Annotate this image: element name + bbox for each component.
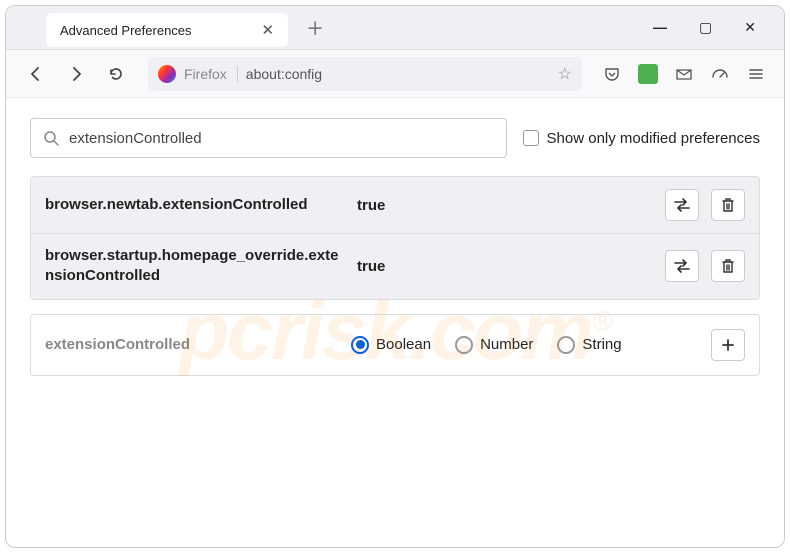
- search-icon: [43, 130, 59, 146]
- back-button[interactable]: [20, 58, 52, 90]
- radio-string[interactable]: String: [557, 336, 621, 354]
- pref-row: browser.newtab.extensionControlled true: [31, 177, 759, 233]
- type-radio-group: Boolean Number String: [351, 336, 701, 354]
- reload-button[interactable]: [100, 58, 132, 90]
- browser-window: Advanced Preferences ✕ ＋ — ▢ ✕ Firefox a…: [5, 5, 785, 548]
- search-row: Show only modified preferences: [30, 118, 760, 158]
- titlebar: Advanced Preferences ✕ ＋ — ▢ ✕: [6, 6, 784, 50]
- toggle-button[interactable]: [665, 189, 699, 221]
- search-box[interactable]: [30, 118, 507, 158]
- minimize-icon[interactable]: —: [653, 19, 667, 36]
- dashboard-icon[interactable]: [706, 60, 734, 88]
- window-controls: — ▢ ✕: [653, 19, 784, 36]
- firefox-logo-icon: [158, 65, 176, 83]
- toggle-button[interactable]: [665, 250, 699, 282]
- tab-title: Advanced Preferences: [60, 23, 192, 38]
- toolbar: Firefox about:config ☆: [6, 50, 784, 98]
- radio-label: String: [582, 336, 621, 353]
- show-modified-checkbox[interactable]: Show only modified preferences: [523, 130, 760, 147]
- pref-value: true: [357, 197, 653, 214]
- content-area: Show only modified preferences browser.n…: [6, 98, 784, 396]
- pref-row: browser.startup.homepage_override.extens…: [31, 233, 759, 299]
- radio-icon: [351, 336, 369, 354]
- menu-icon[interactable]: [742, 60, 770, 88]
- delete-button[interactable]: [711, 189, 745, 221]
- new-tab-button[interactable]: ＋: [306, 15, 324, 41]
- new-pref-row: extensionControlled Boolean Number Strin…: [30, 314, 760, 376]
- browser-label: Firefox: [184, 66, 238, 82]
- delete-button[interactable]: [711, 250, 745, 282]
- mail-icon[interactable]: [670, 60, 698, 88]
- close-icon[interactable]: ✕: [262, 21, 275, 39]
- prefs-table: browser.newtab.extensionControlled true …: [30, 176, 760, 300]
- checkbox-label-text: Show only modified preferences: [547, 130, 760, 147]
- browser-tab[interactable]: Advanced Preferences ✕: [46, 13, 288, 47]
- maximize-icon[interactable]: ▢: [699, 19, 712, 36]
- url-text: about:config: [246, 66, 550, 82]
- radio-label: Boolean: [376, 336, 431, 353]
- add-button[interactable]: [711, 329, 745, 361]
- pref-name: browser.startup.homepage_override.extens…: [45, 246, 345, 287]
- extension-icon[interactable]: [634, 60, 662, 88]
- new-pref-name: extensionControlled: [45, 336, 341, 353]
- radio-icon: [455, 336, 473, 354]
- forward-button[interactable]: [60, 58, 92, 90]
- pref-name: browser.newtab.extensionControlled: [45, 195, 345, 215]
- pref-value: true: [357, 258, 653, 275]
- radio-number[interactable]: Number: [455, 336, 533, 354]
- close-window-icon[interactable]: ✕: [744, 19, 756, 36]
- radio-boolean[interactable]: Boolean: [351, 336, 431, 354]
- checkbox-icon: [523, 130, 539, 146]
- radio-label: Number: [480, 336, 533, 353]
- pocket-icon[interactable]: [598, 60, 626, 88]
- search-input[interactable]: [69, 130, 494, 147]
- bookmark-star-icon[interactable]: ☆: [558, 64, 572, 84]
- radio-icon: [557, 336, 575, 354]
- url-bar[interactable]: Firefox about:config ☆: [148, 57, 582, 91]
